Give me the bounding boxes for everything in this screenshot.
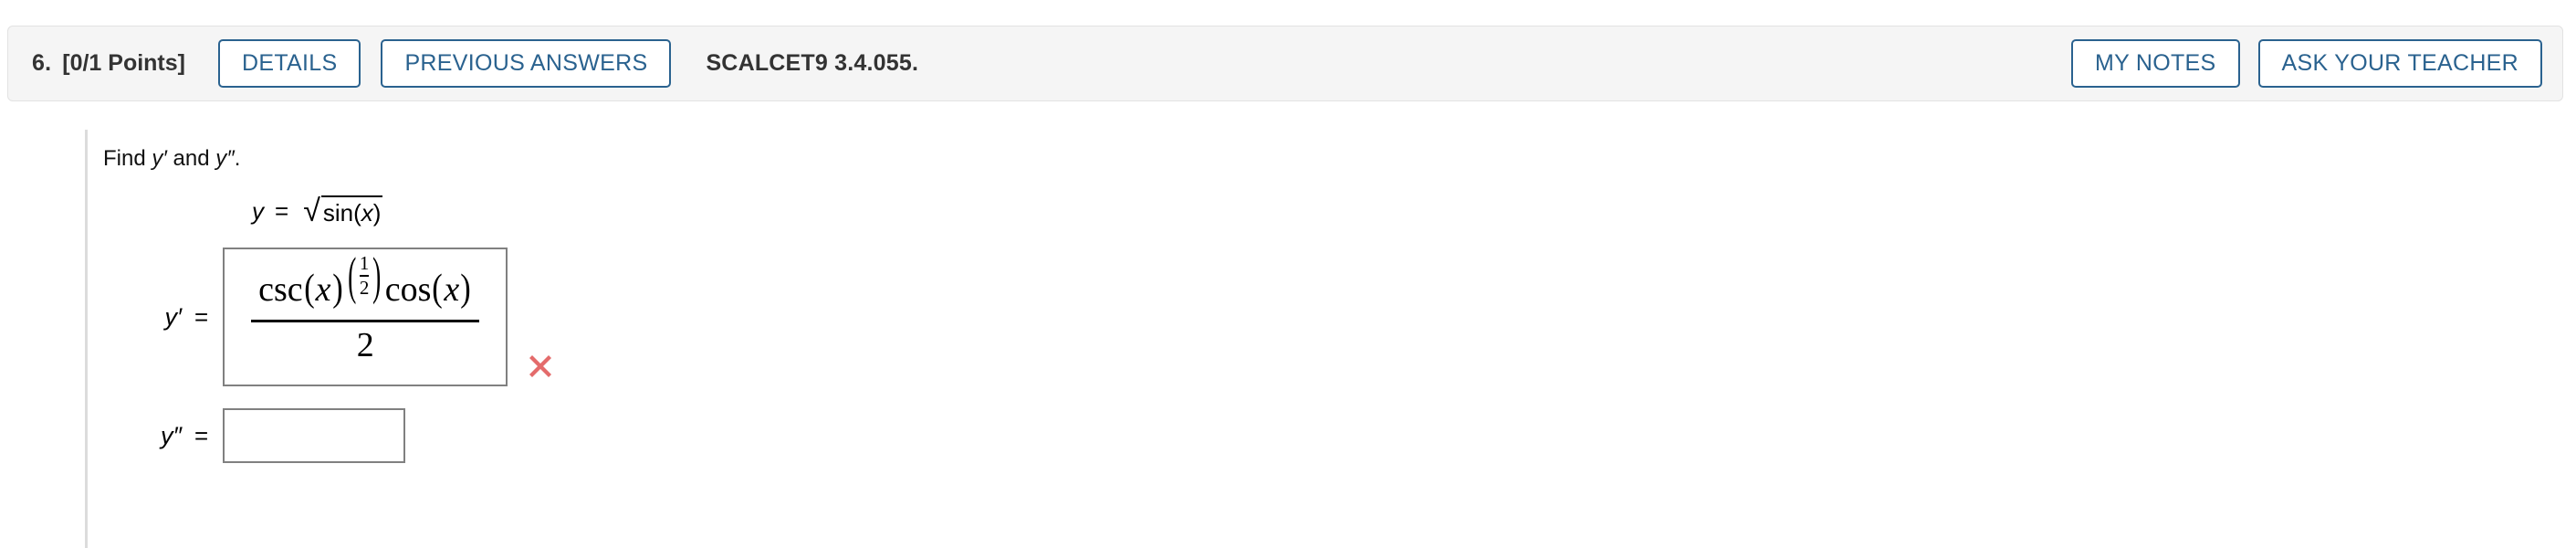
question-body: Find y′ and y″. y = √ sin(x) y′ = csc(x)…	[0, 130, 2576, 548]
radical-sign-icon: √	[303, 194, 320, 228]
left-vertical-divider	[85, 130, 88, 548]
given-equation: y = √ sin(x)	[252, 195, 2576, 227]
answer-label-y-double-prime: y″	[160, 421, 182, 449]
cos-function: cos(x)	[384, 268, 473, 311]
exponent-numerator: 1	[359, 252, 370, 275]
x-mark-icon	[529, 355, 552, 377]
answer-row-second-derivative: y″ =	[103, 408, 2576, 463]
radicand: sin(x)	[320, 195, 383, 227]
question-content: Find y′ and y″. y = √ sin(x) y′ = csc(x)…	[103, 130, 2576, 463]
prompt-middle: and	[166, 146, 216, 171]
answer-equals-sign-first: =	[194, 302, 209, 331]
fraction-denominator: 2	[356, 325, 374, 364]
prompt-y-prime: y′	[152, 146, 167, 171]
ask-your-teacher-button[interactable]: ASK YOUR TEACHER	[2257, 39, 2542, 88]
cos-name: cos	[384, 270, 432, 310]
open-paren-2: (	[432, 268, 444, 311]
prompt-suffix: .	[234, 146, 241, 171]
answer-input-first-derivative[interactable]: csc(x) ( 1 2 ) cos(x) 2	[223, 248, 508, 386]
csc-name: csc	[258, 270, 303, 310]
question-number: 6.	[32, 50, 52, 76]
question-points: [0/1 Points]	[62, 50, 185, 76]
fraction-numerator: csc(x) ( 1 2 ) cos(x)	[251, 249, 479, 319]
question-prompt: Find y′ and y″.	[103, 130, 2576, 172]
exponent-fraction: 1 2	[359, 252, 370, 299]
exponent-open-paren: (	[347, 246, 356, 305]
answer-status-first-derivative	[526, 248, 555, 386]
cos-argument: x	[444, 270, 460, 310]
given-lhs: y	[252, 197, 264, 225]
answer-equals-sign-second: =	[194, 421, 209, 449]
previous-answers-button[interactable]: PREVIOUS ANSWERS	[381, 39, 672, 88]
textbook-reference-code: SCALCET9 3.4.055.	[706, 50, 919, 76]
answer-label-y-prime: y′	[164, 302, 182, 331]
prompt-y-double-prime: y″	[215, 146, 235, 171]
close-paren-2: )	[460, 268, 471, 311]
exponent-close-paren: )	[372, 246, 382, 305]
question-header-left: 6. [0/1 Points] DETAILS PREVIOUS ANSWERS…	[32, 39, 2071, 88]
given-equals-sign: =	[275, 197, 289, 225]
my-notes-button[interactable]: MY NOTES	[2070, 39, 2240, 88]
square-root-expression: √ sin(x)	[303, 194, 383, 228]
answer-fraction-first-derivative: csc(x) ( 1 2 ) cos(x) 2	[251, 249, 480, 364]
exponent-one-half: ( 1 2 )	[345, 246, 384, 305]
open-paren-1: (	[303, 268, 315, 311]
csc-argument: x	[315, 270, 331, 310]
details-button[interactable]: DETAILS	[218, 39, 361, 88]
question-header-bar: 6. [0/1 Points] DETAILS PREVIOUS ANSWERS…	[7, 26, 2563, 101]
answer-input-second-derivative[interactable]	[223, 408, 406, 463]
csc-function: csc(x)	[258, 268, 343, 311]
prompt-prefix: Find	[103, 146, 152, 171]
answer-row-first-derivative: y′ = csc(x) ( 1 2 ) cos(x) 2	[103, 248, 2576, 386]
radicand-text: sin(x)	[322, 199, 382, 227]
question-header-right: MY NOTES ASK YOUR TEACHER	[2070, 39, 2542, 88]
exponent-denominator: 2	[359, 276, 370, 299]
close-paren-1: )	[331, 268, 343, 311]
